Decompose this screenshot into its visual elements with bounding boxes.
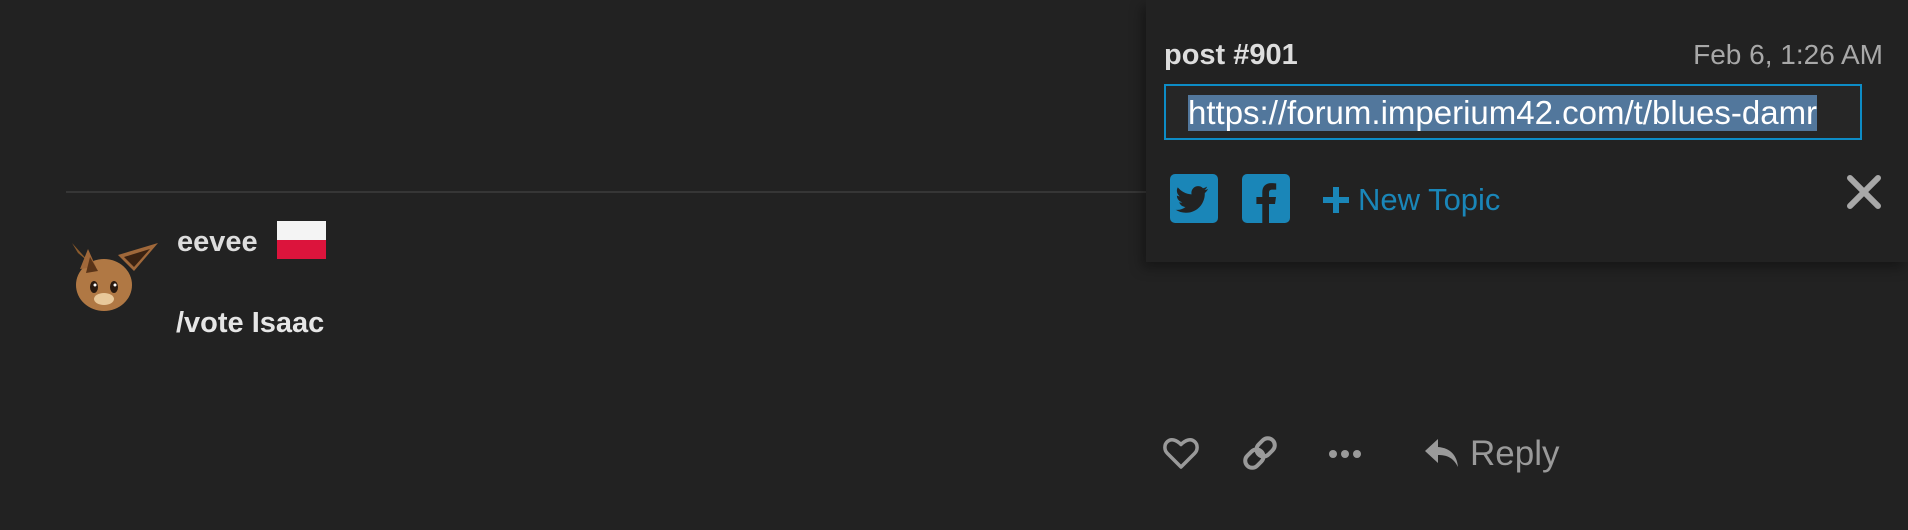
copy-link-button[interactable] bbox=[1240, 434, 1280, 472]
facebook-icon bbox=[1256, 183, 1277, 223]
eevee-avatar-icon bbox=[72, 243, 158, 311]
ellipsis-icon bbox=[1329, 450, 1361, 458]
reply-label: Reply bbox=[1470, 434, 1560, 473]
post-body: /vote Isaac bbox=[176, 307, 325, 339]
poland-flag-icon bbox=[277, 221, 326, 259]
post-divider bbox=[66, 191, 1146, 193]
twitter-share-button[interactable] bbox=[1170, 174, 1218, 223]
share-url-field[interactable]: https://forum.imperium42.com/t/blues-dam… bbox=[1164, 84, 1862, 140]
share-url-text[interactable]: https://forum.imperium42.com/t/blues-dam… bbox=[1188, 95, 1818, 131]
facebook-share-button[interactable] bbox=[1242, 174, 1290, 223]
user-avatar[interactable] bbox=[64, 243, 158, 315]
post-username[interactable]: eevee bbox=[177, 225, 258, 259]
share-post-date: Feb 6, 1:26 AM bbox=[1693, 39, 1883, 70]
share-panel: post #901 Feb 6, 1:26 AM https://forum.i… bbox=[1146, 0, 1908, 262]
new-topic-button[interactable]: New Topic bbox=[1322, 182, 1500, 218]
heart-icon bbox=[1163, 438, 1199, 469]
share-post-number: post #901 bbox=[1164, 39, 1298, 71]
link-icon bbox=[1243, 436, 1277, 470]
more-actions-button[interactable] bbox=[1326, 434, 1364, 472]
close-icon bbox=[1847, 175, 1881, 209]
like-button[interactable] bbox=[1162, 434, 1200, 472]
reply-icon bbox=[1425, 439, 1458, 467]
close-share-button[interactable] bbox=[1846, 174, 1882, 210]
plus-icon bbox=[1322, 186, 1350, 214]
reply-button[interactable]: Reply bbox=[1424, 432, 1559, 476]
new-topic-label: New Topic bbox=[1358, 182, 1501, 217]
twitter-icon bbox=[1175, 186, 1208, 213]
